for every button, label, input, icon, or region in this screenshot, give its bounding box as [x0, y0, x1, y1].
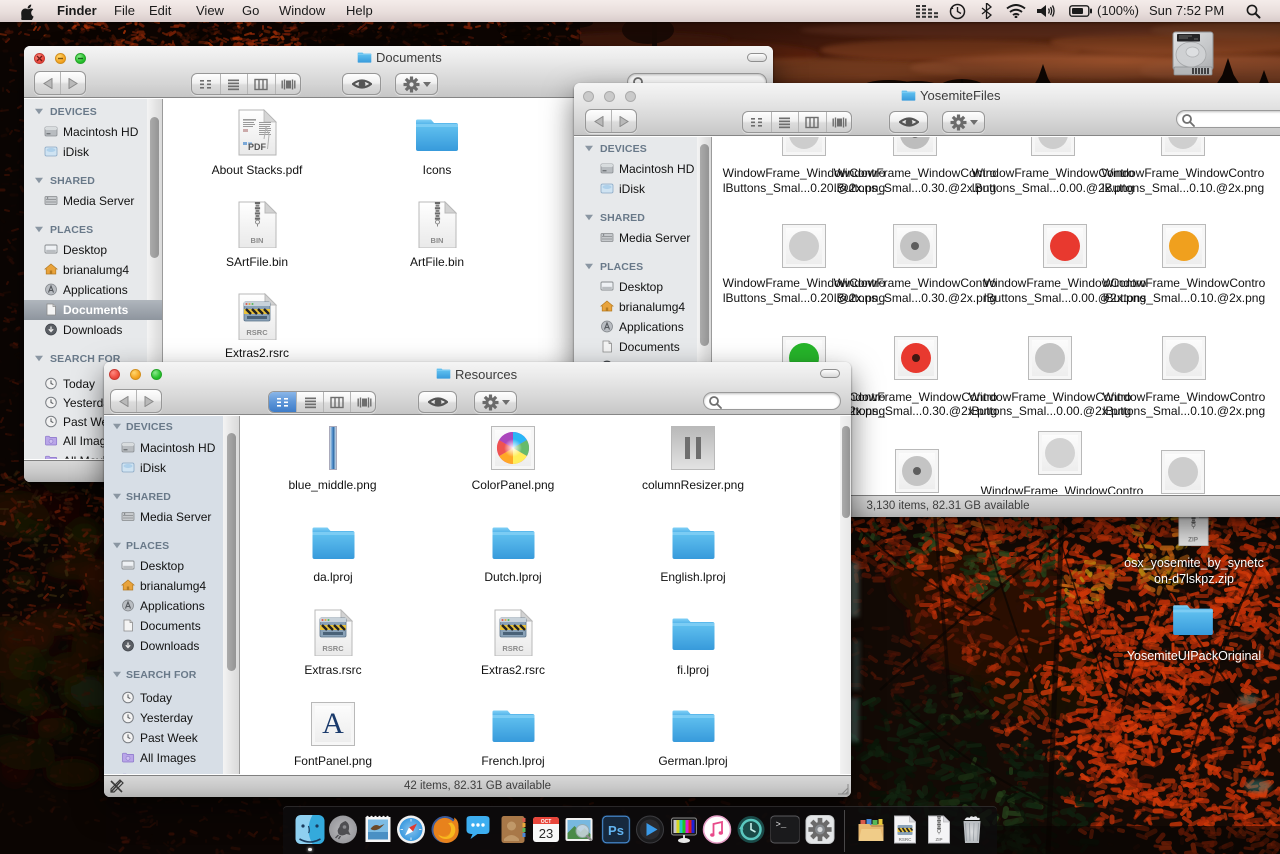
svg-text:BIN: BIN: [250, 236, 263, 245]
svg-text:BIN: BIN: [430, 236, 443, 245]
svg-text:23: 23: [539, 826, 553, 841]
svg-text:RSRC: RSRC: [322, 644, 344, 653]
svg-text:ZIP: ZIP: [935, 837, 942, 842]
svg-text:OCT: OCT: [541, 819, 552, 825]
svg-text:PDF: PDF: [248, 142, 267, 152]
svg-text:RSRC: RSRC: [502, 644, 524, 653]
svg-text:ZIP: ZIP: [1188, 537, 1199, 544]
svg-text:RSRC: RSRC: [246, 328, 268, 337]
svg-text:RSRC: RSRC: [899, 837, 913, 842]
svg-text:Ps: Ps: [608, 823, 624, 838]
svg-text:>_: >_: [776, 820, 787, 830]
